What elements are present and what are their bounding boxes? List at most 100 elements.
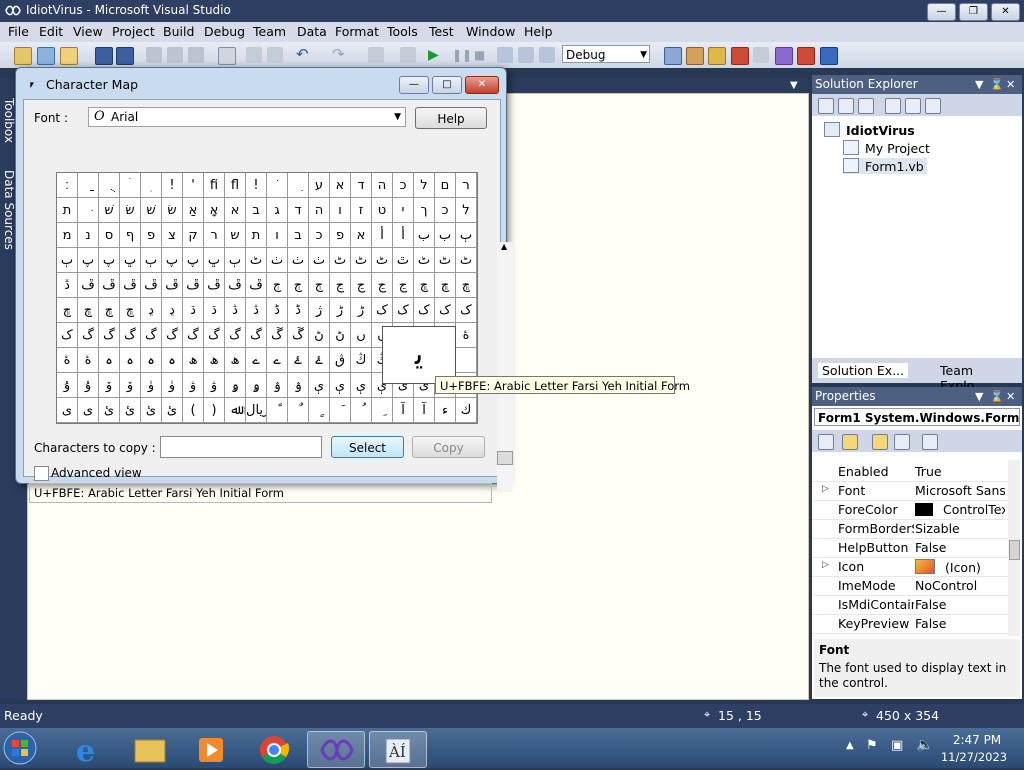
pin-icon[interactable]: ⌛ [990, 387, 1004, 406]
character-cell[interactable]: َ [330, 398, 351, 423]
character-cell[interactable]: ٹ [351, 248, 372, 273]
document-dropdown-icon[interactable]: ▼ [790, 80, 798, 91]
property-value[interactable]: False [915, 597, 1005, 612]
property-value[interactable]: Microsoft Sans S [915, 483, 1005, 498]
character-cell[interactable]: ٺ [288, 248, 309, 273]
character-cell[interactable]: ک [57, 323, 78, 348]
character-cell[interactable]: گ [204, 323, 225, 348]
character-cell[interactable]: ڦ [141, 273, 162, 298]
character-cell[interactable]: ڦ [225, 273, 246, 298]
character-cell[interactable]: گ [225, 323, 246, 348]
navigate-forward-icon[interactable] [400, 47, 416, 63]
character-cell[interactable]: ئ [120, 398, 141, 423]
character-grid-scrollbar[interactable]: ▲ [497, 242, 513, 492]
character-cell[interactable]: ٻ [456, 223, 477, 248]
character-cell[interactable]: אָ [204, 198, 225, 223]
property-row[interactable]: Enabled True [812, 462, 1008, 482]
character-cell[interactable]: ז [351, 198, 372, 223]
property-grid-scrollbar[interactable] [1008, 460, 1020, 636]
navigate-back-icon[interactable] [368, 47, 384, 63]
character-cell[interactable]: ו [267, 223, 288, 248]
character-cell[interactable]: ک [435, 298, 456, 323]
restore-button[interactable]: ❐ [959, 3, 988, 21]
character-cell[interactable]: ׅ [141, 173, 162, 198]
character-cell[interactable]: ۆ [99, 373, 120, 398]
character-cell[interactable]: ת [57, 198, 78, 223]
character-cell[interactable]: ר [456, 173, 477, 198]
character-cell[interactable]: ۓ [309, 348, 330, 373]
font-select[interactable]: O Arial ▼ [88, 107, 406, 127]
character-cell[interactable]: گ [78, 323, 99, 348]
character-cell[interactable]: ې [351, 373, 372, 398]
property-value[interactable]: False [915, 616, 1005, 631]
character-cell[interactable]: ۈ [141, 373, 162, 398]
charmap-maximize-button[interactable]: □ [432, 76, 462, 94]
property-value[interactable]: True [915, 464, 1005, 479]
character-cell[interactable]: ٹ [330, 248, 351, 273]
character-cell[interactable]: ַ [78, 173, 99, 198]
character-cell[interactable]: ڨ [330, 348, 351, 373]
character-cell[interactable]: پ [162, 248, 183, 273]
character-cell[interactable]: ڌ [183, 298, 204, 323]
character-cell[interactable]: آ [393, 398, 414, 423]
character-cell[interactable]: ۀ [456, 323, 477, 348]
menu-test[interactable]: Test [429, 24, 454, 39]
character-cell[interactable]: ڇ [456, 273, 477, 298]
character-cell[interactable]: ڎ [246, 298, 267, 323]
show-hidden-icons-icon[interactable]: ▲ [846, 740, 854, 751]
character-cell[interactable]: آ [414, 398, 435, 423]
character-cell[interactable]: ך [414, 198, 435, 223]
taskbar-media-player[interactable] [184, 731, 240, 766]
tree-item-my-project[interactable]: My Project [843, 140, 930, 156]
character-cell[interactable]: ٹ [246, 248, 267, 273]
character-cell[interactable]: ! [162, 173, 183, 198]
categorized-icon[interactable] [818, 434, 834, 450]
character-cell[interactable]: י [393, 198, 414, 223]
character-cell[interactable]: گ [141, 323, 162, 348]
project-node[interactable]: IdiotVirus [824, 122, 915, 138]
character-cell[interactable]: ھ [204, 348, 225, 373]
events-icon[interactable] [894, 434, 910, 450]
character-cell[interactable]: ڃ [393, 273, 414, 298]
character-cell[interactable]: ب [414, 223, 435, 248]
extension-icon[interactable] [797, 47, 815, 65]
character-cell[interactable]: پ [78, 248, 99, 273]
character-cell[interactable]: ڎ [225, 298, 246, 323]
character-cell[interactable]: ۀ [78, 348, 99, 373]
character-cell[interactable]: ڦ [246, 273, 267, 298]
character-cell[interactable]: ﷲ [225, 398, 246, 423]
character-cell[interactable]: ک [414, 298, 435, 323]
character-cell[interactable]: ٌ [288, 398, 309, 423]
menu-tools[interactable]: Tools [387, 24, 418, 39]
character-cell[interactable]: ڑ [351, 298, 372, 323]
command-window-icon[interactable] [820, 47, 838, 65]
character-cell[interactable]: שׂ [120, 198, 141, 223]
character-cell[interactable]: ק [183, 223, 204, 248]
character-cell[interactable]: ׄ [120, 173, 141, 198]
character-cell[interactable]: ֹ [267, 173, 288, 198]
character-cell[interactable]: ֻ [99, 173, 120, 198]
start-debugging-icon[interactable]: ▶ [428, 47, 444, 63]
character-cell[interactable]: ۋ [204, 373, 225, 398]
character-cell[interactable]: נ [78, 223, 99, 248]
help-button[interactable]: Help [415, 107, 487, 129]
character-cell[interactable]: ۅ [246, 373, 267, 398]
save-all-icon[interactable] [116, 47, 134, 65]
character-cell[interactable]: ې [309, 373, 330, 398]
character-cell[interactable]: ب [435, 223, 456, 248]
character-cell[interactable]: پ [183, 248, 204, 273]
character-cell[interactable]: ٻ [57, 248, 78, 273]
character-cell[interactable]: ڦ [78, 273, 99, 298]
save-icon[interactable] [95, 47, 113, 65]
tree-item-form1[interactable]: Form1.vb [843, 158, 927, 174]
advanced-view-checkbox[interactable] [34, 466, 49, 481]
character-cell[interactable]: שׂ [162, 198, 183, 223]
panel-menu-icon[interactable]: ▼ [975, 387, 983, 406]
character-cell[interactable]: ש [225, 223, 246, 248]
charmap-close-button[interactable]: ✕ [465, 76, 499, 94]
character-cell[interactable]: ك [456, 398, 477, 423]
close-icon[interactable]: ✕ [1006, 387, 1015, 406]
character-cell[interactable]: ڍ [162, 298, 183, 323]
character-cell[interactable]: ' [183, 173, 204, 198]
character-cell[interactable]: ى [78, 398, 99, 423]
